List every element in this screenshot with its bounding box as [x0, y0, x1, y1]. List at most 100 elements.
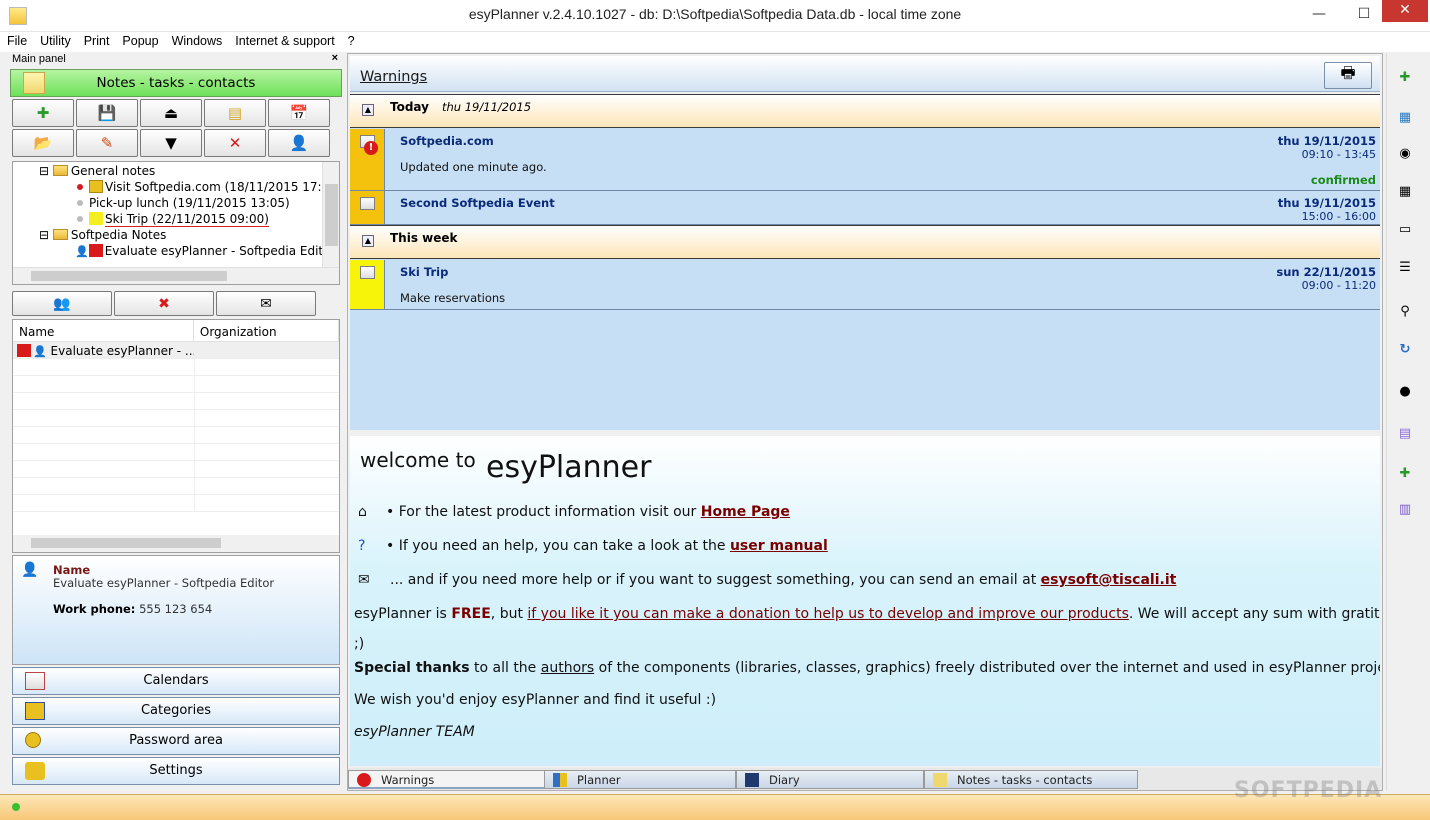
event-ski-trip[interactable]: Ski Trip Make reservations sun 22/11/201…: [350, 260, 1380, 310]
table-row: [13, 359, 339, 376]
column-organization[interactable]: Organization: [194, 320, 339, 341]
remove-contact-button[interactable]: ✖: [114, 291, 214, 316]
record-button[interactable]: ●: [1393, 379, 1417, 403]
event-softpedia[interactable]: ! Softpedia.com Updated one minute ago. …: [350, 129, 1380, 191]
email-link[interactable]: esysoft@tiscali.it: [1041, 572, 1177, 588]
email-contact-button[interactable]: ✉: [216, 291, 316, 316]
free-text-pre: esyPlanner is: [354, 606, 447, 622]
notes-section-title: Notes - tasks - contacts: [96, 75, 256, 91]
main-area: Warnings 🖶 ▲ Today thu 19/11/2015 ! Soft…: [347, 53, 1383, 791]
tree-horizontal-scrollbar[interactable]: [13, 267, 339, 284]
save-note-button[interactable]: 💾: [76, 99, 138, 127]
group-today[interactable]: ▲ Today thu 19/11/2015: [350, 94, 1380, 128]
group-this-week[interactable]: ▲ This week: [350, 225, 1380, 259]
contact-card-button[interactable]: 👤: [268, 129, 330, 157]
menu-utility[interactable]: Utility: [33, 32, 77, 48]
stack-button[interactable]: ▥: [1393, 497, 1417, 521]
menu-internet-support[interactable]: Internet & support: [228, 32, 340, 48]
table-header: Name Organization: [13, 320, 339, 342]
reminder-icon: ◉: [1399, 145, 1411, 161]
minimize-button[interactable]: —: [1296, 0, 1342, 30]
table-horizontal-scrollbar[interactable]: [13, 535, 339, 552]
reminder-button[interactable]: ◉: [1393, 141, 1417, 165]
tree-item-visit-softpedia[interactable]: Visit Softpedia.com (18/11/2015 17:4: [75, 180, 329, 194]
notes-tree[interactable]: ⊟ General notes Visit Softpedia.com (18/…: [12, 161, 340, 285]
purple-list-icon: ▤: [1398, 425, 1412, 441]
card-view-button[interactable]: ▭: [1393, 217, 1417, 241]
move-note-button[interactable]: ⏏: [140, 99, 202, 127]
lock-icon: [25, 732, 41, 748]
authors-link[interactable]: authors: [541, 660, 594, 676]
event-time: 15:00 - 16:00: [1301, 210, 1376, 223]
add-list-button[interactable]: ✚: [1393, 461, 1417, 485]
remove-contact-icon: ✖: [158, 295, 170, 312]
menu-popup[interactable]: Popup: [115, 32, 164, 48]
calendar-button[interactable]: 📅: [268, 99, 330, 127]
new-note-button[interactable]: ✚: [12, 99, 74, 127]
collapse-icon[interactable]: ▲: [362, 104, 374, 116]
month-view-button[interactable]: ▦: [1393, 179, 1417, 203]
tree-item-ski-trip[interactable]: Ski Trip (22/11/2015 09:00): [75, 212, 269, 227]
collapse-icon[interactable]: ▲: [362, 235, 374, 247]
delete-icon: ✕: [228, 134, 242, 152]
notes-section-header[interactable]: Notes - tasks - contacts: [10, 69, 342, 97]
table-row[interactable]: 👤 Evaluate esyPlanner - ...: [13, 342, 339, 359]
scroll-thumb[interactable]: [325, 184, 338, 246]
watermark: SOFTPEDIA: [1234, 778, 1383, 803]
menu-file[interactable]: File: [0, 32, 33, 48]
tree-folder-softpedia-notes[interactable]: ⊟ Softpedia Notes: [39, 228, 166, 242]
maximize-button[interactable]: ☐: [1341, 0, 1387, 30]
categories-icon: [25, 702, 45, 720]
tree-item-evaluate[interactable]: 👤 Evaluate esyPlanner - Softpedia Edito: [75, 244, 330, 258]
menu-windows[interactable]: Windows: [165, 32, 229, 48]
tab-planner[interactable]: Planner: [544, 770, 736, 789]
scroll-thumb[interactable]: [31, 538, 221, 548]
home-page-link[interactable]: Home Page: [701, 504, 790, 520]
tab-warnings[interactable]: Warnings: [348, 770, 545, 789]
notes-toolbar-row-1: ✚ 💾 ⏏ ▤ 📅: [10, 99, 342, 127]
tab-diary[interactable]: Diary: [736, 770, 924, 789]
new-note-right-button[interactable]: ✚: [1393, 65, 1417, 89]
search-button[interactable]: ⚲: [1393, 299, 1417, 323]
refresh-button[interactable]: ↻: [1393, 337, 1417, 361]
nav-settings[interactable]: Settings: [12, 757, 340, 785]
nav-calendars[interactable]: Calendars: [12, 667, 340, 695]
print-button[interactable]: 🖶: [1324, 62, 1372, 89]
add-contact-button[interactable]: 👥: [12, 291, 112, 316]
event-time: 09:10 - 13:45: [1301, 148, 1376, 161]
stack-icon: ▥: [1398, 501, 1412, 517]
user-manual-link[interactable]: user manual: [730, 538, 828, 554]
tree-vertical-scrollbar[interactable]: [322, 162, 339, 268]
note-view-button[interactable]: ▤: [204, 99, 266, 127]
detail-name-label: Name: [53, 563, 91, 577]
menu-print[interactable]: Print: [77, 32, 116, 48]
new-calendar-button[interactable]: ▦: [1393, 105, 1417, 129]
purple-list-button[interactable]: ▤: [1393, 421, 1417, 445]
nav-password-area[interactable]: Password area: [12, 727, 340, 755]
tab-label: Warnings: [381, 773, 435, 787]
tree-label: General notes: [70, 164, 156, 178]
scroll-thumb[interactable]: [31, 271, 227, 281]
detail-phone-label: Work phone:: [53, 602, 136, 616]
warnings-list: ▲ Today thu 19/11/2015 ! Softpedia.com U…: [350, 94, 1380, 430]
list-view-button[interactable]: ☰: [1393, 255, 1417, 279]
close-button[interactable]: ✕: [1382, 0, 1428, 22]
tab-notes-tasks-contacts[interactable]: Notes - tasks - contacts: [924, 770, 1138, 789]
tree-item-pickup-lunch[interactable]: Pick-up lunch (19/11/2015 13:05): [75, 196, 290, 210]
delete-note-button[interactable]: ✕: [204, 129, 266, 157]
new-folder-icon: 📂: [33, 134, 53, 152]
yellow-category-icon: [89, 212, 103, 225]
panel-close-icon[interactable]: ×: [332, 52, 338, 64]
column-name[interactable]: Name: [13, 320, 194, 341]
tree-folder-general-notes[interactable]: ⊟ General notes: [39, 164, 155, 178]
new-folder-button[interactable]: 📂: [12, 129, 74, 157]
help-icon: ?: [358, 538, 366, 554]
nav-categories[interactable]: Categories: [12, 697, 340, 725]
menu-help[interactable]: ?: [341, 32, 361, 48]
edit-note-button[interactable]: ✎: [76, 129, 138, 157]
donation-link[interactable]: if you like it you can make a donation t…: [527, 606, 1128, 622]
edit-icon: ✎: [100, 134, 114, 152]
event-second-softpedia[interactable]: Second Softpedia Event thu 19/11/2015 15…: [350, 191, 1380, 225]
folder-down-button[interactable]: ▼: [140, 129, 202, 157]
new-note-icon: ✚: [36, 104, 50, 122]
